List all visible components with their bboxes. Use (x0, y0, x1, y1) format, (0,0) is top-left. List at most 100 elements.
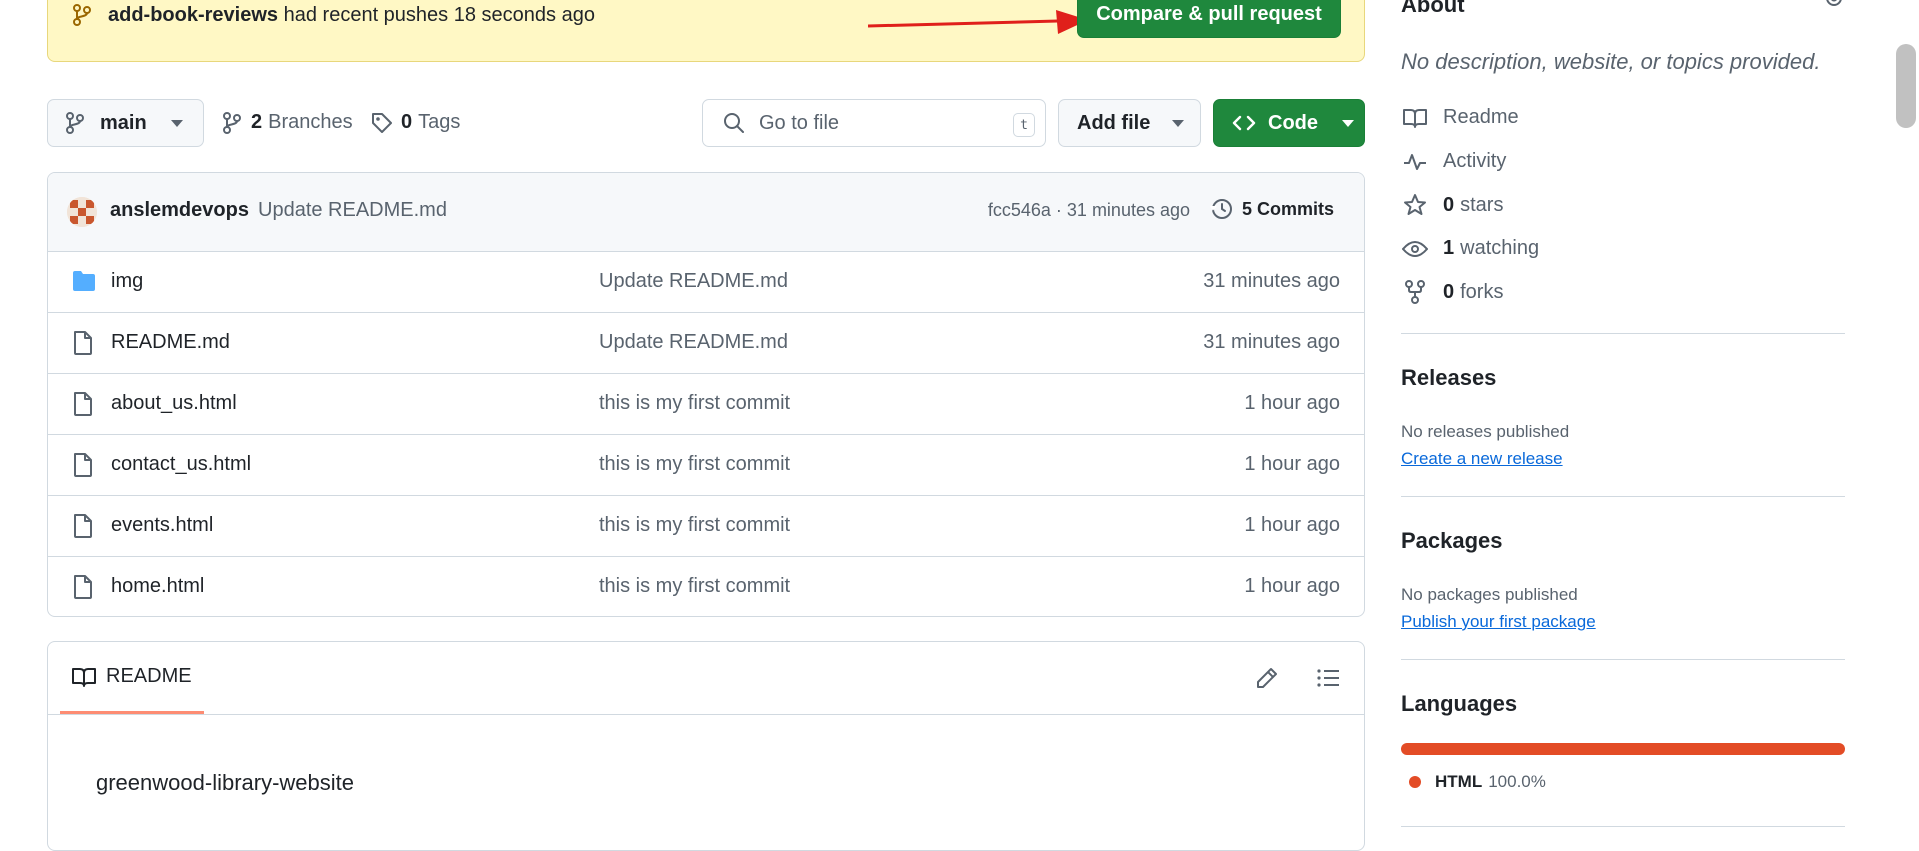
file-name[interactable]: events.html (111, 514, 213, 537)
file-icon (72, 575, 94, 599)
search-placeholder: Go to file (759, 111, 840, 134)
watching-count: 1 (1443, 237, 1455, 259)
language-name: HTML (1435, 772, 1483, 791)
packages-heading[interactable]: Packages (1401, 528, 1503, 554)
publish-package-link[interactable]: Publish your first package (1401, 612, 1596, 632)
file-name[interactable]: contact_us.html (111, 453, 251, 476)
watching-link[interactable]: 1 watching (1401, 237, 1539, 260)
branches-link[interactable]: 2 Branches (223, 111, 353, 134)
tags-label: Tags (418, 111, 461, 133)
language-percent: 100.0% (1488, 772, 1546, 791)
history-icon (1210, 197, 1234, 221)
pencil-icon[interactable] (1256, 667, 1278, 689)
languages-heading: Languages (1401, 691, 1518, 716)
create-release-link[interactable]: Create a new release (1401, 449, 1563, 469)
latest-commit-bar: anslemdevops Update README.md fcc546a · … (48, 173, 1364, 252)
folder-icon (72, 270, 96, 292)
forks-label: forks (1460, 280, 1504, 303)
commit-sha-time[interactable]: fcc546a · 31 minutes ago (988, 200, 1190, 221)
packages-text: No packages published (1401, 585, 1578, 604)
about-heading: About (1401, 0, 1465, 17)
tab-readme[interactable]: README (60, 642, 204, 714)
scrollbar-thumb[interactable] (1896, 44, 1916, 128)
file-name[interactable]: img (111, 270, 143, 293)
file-icon (72, 331, 94, 355)
file-time: 1 hour ago (1244, 392, 1340, 414)
commit-message[interactable]: Update README.md (258, 199, 447, 222)
stars-link[interactable]: 0 stars (1401, 193, 1503, 217)
banner-message: had recent pushes 18 seconds ago (283, 4, 595, 26)
file-commit-message[interactable]: this is my first commit (599, 575, 790, 598)
branches-count: 2 (251, 111, 263, 133)
divider (1401, 659, 1845, 660)
book-icon (1401, 108, 1429, 128)
file-name[interactable]: about_us.html (111, 392, 237, 415)
commit-author[interactable]: anslemdevops (110, 199, 249, 222)
releases-heading[interactable]: Releases (1401, 365, 1496, 391)
table-row[interactable]: contact_us.html this is my first commit … (48, 435, 1364, 496)
activity-link[interactable]: Activity (1401, 150, 1506, 173)
file-name[interactable]: home.html (111, 575, 204, 598)
repo-description: No description, website, or topics provi… (1401, 49, 1821, 74)
table-row[interactable]: about_us.html this is my first commit 1 … (48, 374, 1364, 435)
divider (1401, 496, 1845, 497)
code-button[interactable]: Code (1213, 99, 1365, 147)
fork-icon (1401, 280, 1429, 304)
stars-count: 0 (1443, 193, 1455, 216)
file-time: 1 hour ago (1244, 514, 1340, 536)
forks-count: 0 (1443, 280, 1455, 303)
add-file-button[interactable]: Add file (1058, 99, 1201, 147)
forks-link[interactable]: 0 forks (1401, 280, 1503, 304)
table-row[interactable]: events.html this is my first commit 1 ho… (48, 496, 1364, 557)
divider (1401, 333, 1845, 334)
branch-icon (223, 111, 241, 134)
watching-label: watching (1460, 237, 1540, 259)
file-icon (72, 514, 94, 538)
file-time: 1 hour ago (1244, 453, 1340, 475)
file-browser: anslemdevops Update README.md fcc546a · … (47, 172, 1365, 617)
table-row[interactable]: README.md Update README.md 31 minutes ag… (48, 313, 1364, 374)
readme-title: greenwood-library-website (96, 770, 355, 795)
language-item[interactable]: HTML 100.0% (1409, 772, 1546, 792)
commits-label: 5 Commits (1241, 198, 1334, 219)
readme-link[interactable]: Readme (1401, 106, 1519, 129)
branch-name: main (100, 111, 147, 134)
file-icon (72, 392, 94, 416)
banner-branch-name[interactable]: add-book-reviews (108, 4, 278, 26)
branch-icon (72, 4, 92, 26)
language-dot (1409, 776, 1421, 788)
readme-link-label: Readme (1443, 106, 1519, 128)
go-to-file-search[interactable]: Go to file t (702, 99, 1046, 147)
file-commit-message[interactable]: Update README.md (599, 270, 788, 293)
file-commit-message[interactable]: Update README.md (599, 331, 788, 354)
tags-link[interactable]: 0 Tags (371, 111, 460, 134)
commits-link[interactable]: 5 Commits (1210, 197, 1334, 221)
activity-link-label: Activity (1443, 150, 1507, 172)
gear-icon[interactable] (1823, 0, 1845, 12)
code-icon (1232, 113, 1256, 133)
table-row[interactable]: home.html this is my first commit 1 hour… (48, 557, 1364, 616)
outline-list-icon[interactable] (1316, 667, 1340, 689)
file-commit-message[interactable]: this is my first commit (599, 453, 790, 476)
star-icon (1401, 193, 1429, 217)
avatar[interactable] (67, 197, 97, 227)
annotation-arrow-icon (868, 8, 1088, 42)
compare-pull-request-button[interactable]: Compare & pull request (1077, 0, 1341, 38)
banner-text: add-book-reviews had recent pushes 18 se… (108, 4, 595, 27)
pulse-icon (1401, 152, 1429, 172)
readme-panel: README greenwood-library-website (47, 641, 1365, 851)
table-row[interactable]: img Update README.md 31 minutes ago (48, 252, 1364, 313)
readme-tab-label: README (106, 665, 192, 687)
page-scrollbar[interactable] (1893, 0, 1919, 828)
divider (1401, 826, 1845, 827)
file-time: 31 minutes ago (1203, 331, 1340, 353)
branch-selector[interactable]: main (47, 99, 204, 147)
code-label: Code (1268, 111, 1318, 134)
releases-text: No releases published (1401, 422, 1570, 441)
shortcut-key: t (1013, 113, 1035, 137)
file-commit-message[interactable]: this is my first commit (599, 392, 790, 415)
file-icon (72, 453, 94, 477)
file-commit-message[interactable]: this is my first commit (599, 514, 790, 537)
file-name[interactable]: README.md (111, 331, 230, 354)
eye-icon (1401, 239, 1429, 259)
